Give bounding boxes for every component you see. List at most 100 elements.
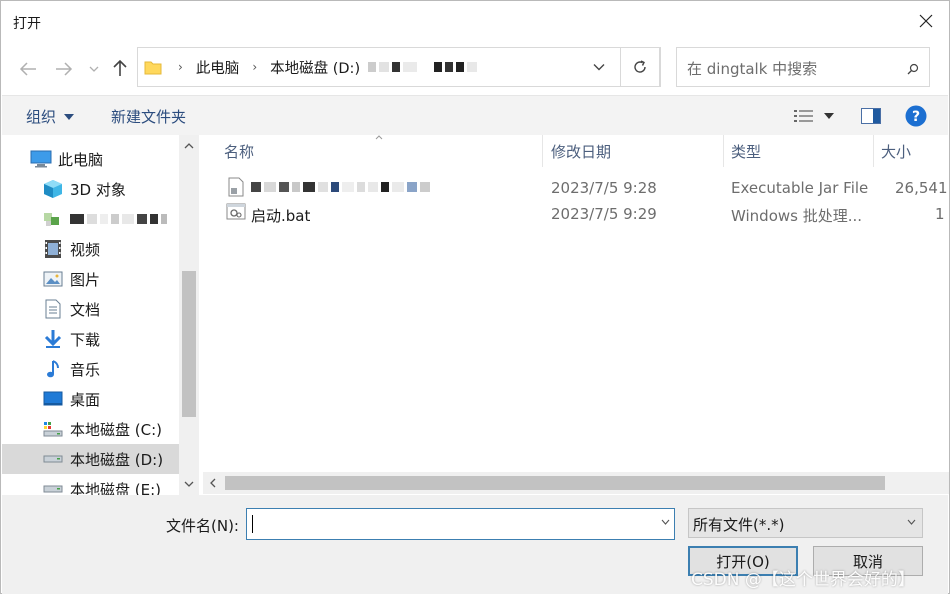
sidebar-item-label: 此电脑 [58,150,104,169]
chevron-down-icon [89,66,99,72]
filename-input[interactable] [246,508,675,540]
sidebar-item-label: 视频 [70,240,101,259]
download-icon [42,328,64,350]
cube-icon [42,178,64,200]
new-folder-label: 新建文件夹 [111,108,187,126]
sidebar-scrollbar[interactable] [179,135,199,495]
file-size: 26,541 [895,179,948,197]
sort-up-icon [375,135,383,140]
network-icon [42,208,64,230]
forward-button[interactable] [53,58,75,80]
preview-pane-icon [861,108,881,124]
caret-down-icon [824,113,834,119]
sidebar-item-music[interactable]: 音乐 [42,354,201,384]
file-type-filter-select[interactable]: 所有文件(*.*) [688,508,923,538]
document-icon [42,298,64,320]
sidebar-item-redacted[interactable] [42,204,201,234]
search-input[interactable]: 在 dingtalk 中搜索 [687,58,817,79]
help-icon: ? [905,105,927,127]
sidebar-item-label: 本地磁盘 (D:) [70,450,164,469]
back-button[interactable] [17,58,39,80]
chevron-down-icon [184,481,194,487]
command-toolbar: 组织 新建文件夹 ? [2,95,948,135]
sidebar-item-documents[interactable]: 文档 [42,294,201,324]
title-bar: 打开 [1,1,949,41]
sidebar-item-videos[interactable]: 视频 [42,234,201,264]
sidebar-item-downloads[interactable]: 下载 [42,324,201,354]
organize-label: 组织 [26,108,57,126]
sidebar-item-label: 下载 [70,330,101,349]
details-view-icon [794,110,813,122]
refresh-button[interactable] [620,47,660,87]
sidebar-item-pictures[interactable]: 图片 [42,264,201,294]
file-list-hscrollbar[interactable] [203,472,949,494]
sidebar-item-drive-d[interactable]: 本地磁盘 (D:) [2,444,179,474]
breadcrumb-drive-d[interactable]: 本地磁盘 (D:) [270,57,360,78]
chevron-down-icon [907,519,916,525]
new-folder-button[interactable]: 新建文件夹 [111,106,186,127]
file-size: 1 [935,205,945,223]
scroll-down-arrow[interactable] [179,475,199,493]
file-date: 2023/7/5 9:28 [551,179,657,197]
desktop-icon [42,388,64,410]
computer-icon [30,148,52,170]
filename-dropdown-button[interactable] [661,515,670,528]
column-header-size[interactable]: 大小 [874,135,949,167]
file-type: Windows 批处理... [731,207,863,225]
column-header-label: 类型 [731,142,762,161]
sidebar-item-label: 图片 [70,270,101,289]
close-icon [919,14,933,28]
file-list: 名称 修改日期 类型 大小 2023/7/5 9:28 Executable J… [203,135,949,495]
breadcrumb-this-pc[interactable]: 此电脑 [196,57,240,78]
arrow-right-icon [56,62,73,76]
file-list-scroll-thumb[interactable] [225,476,885,490]
recent-locations-button[interactable] [87,58,101,80]
sidebar-item-drive-e[interactable]: 本地磁盘 (E:) [42,474,201,495]
sidebar-item-label: 本地磁盘 (E:) [70,480,162,496]
column-header-name[interactable]: 名称 [203,135,543,167]
column-header-type[interactable]: 类型 [724,135,874,167]
folder-icon [144,57,162,77]
svg-text:?: ? [912,109,920,125]
search-box[interactable]: 在 dingtalk 中搜索 [676,47,930,87]
search-icon[interactable] [907,60,919,79]
filename-label: 文件名(N): [166,517,239,535]
preview-pane-button[interactable] [858,102,884,130]
breadcrumb-separator: › [178,60,183,74]
watermark: CSDN @【这个世界会好的】 [691,570,915,590]
sidebar-item-label: 3D 对象 [70,180,126,199]
close-button[interactable] [903,1,949,41]
view-options-button[interactable] [790,102,838,130]
filter-dropdown-button[interactable] [907,515,916,528]
sidebar-item-3d-objects[interactable]: 3D 对象 [42,174,201,204]
redacted-path [368,62,480,72]
table-row[interactable]: 2023/7/5 9:28 Executable Jar File 26,541 [203,175,949,201]
sidebar-item-label: 本地磁盘 (C:) [70,420,162,439]
window-title: 打开 [13,16,41,32]
music-icon [42,358,64,380]
redacted-file-name [251,182,433,192]
chevron-up-icon [184,143,194,149]
arrow-up-icon [113,59,127,76]
address-bar[interactable]: › 此电脑 › 本地磁盘 (D:) [137,47,661,87]
up-button[interactable] [109,57,131,79]
column-header-label: 名称 [224,142,255,161]
file-type: Executable Jar File [731,179,869,197]
column-header-label: 大小 [881,142,912,161]
chevron-left-icon [210,478,216,488]
arrow-left-icon [19,62,36,76]
sidebar-item-label: 桌面 [70,390,101,409]
column-header-date[interactable]: 修改日期 [544,135,724,167]
sidebar-scroll-thumb[interactable] [182,271,196,417]
file-type-filter-value: 所有文件(*.*) [693,516,785,534]
scroll-up-arrow[interactable] [179,137,199,155]
scroll-left-arrow[interactable] [203,474,223,492]
sidebar-item-this-pc[interactable]: 此电脑 [30,144,201,174]
sidebar-item-drive-c[interactable]: 本地磁盘 (C:) [42,414,201,444]
organize-button[interactable]: 组织 [26,106,75,127]
address-dropdown-button[interactable] [584,47,614,87]
help-button[interactable]: ? [904,102,928,130]
drive-icon [42,478,64,495]
table-row[interactable]: 启动.bat 2023/7/5 9:29 Windows 批处理... 1 [203,201,949,227]
sidebar-item-desktop[interactable]: 桌面 [42,384,201,414]
